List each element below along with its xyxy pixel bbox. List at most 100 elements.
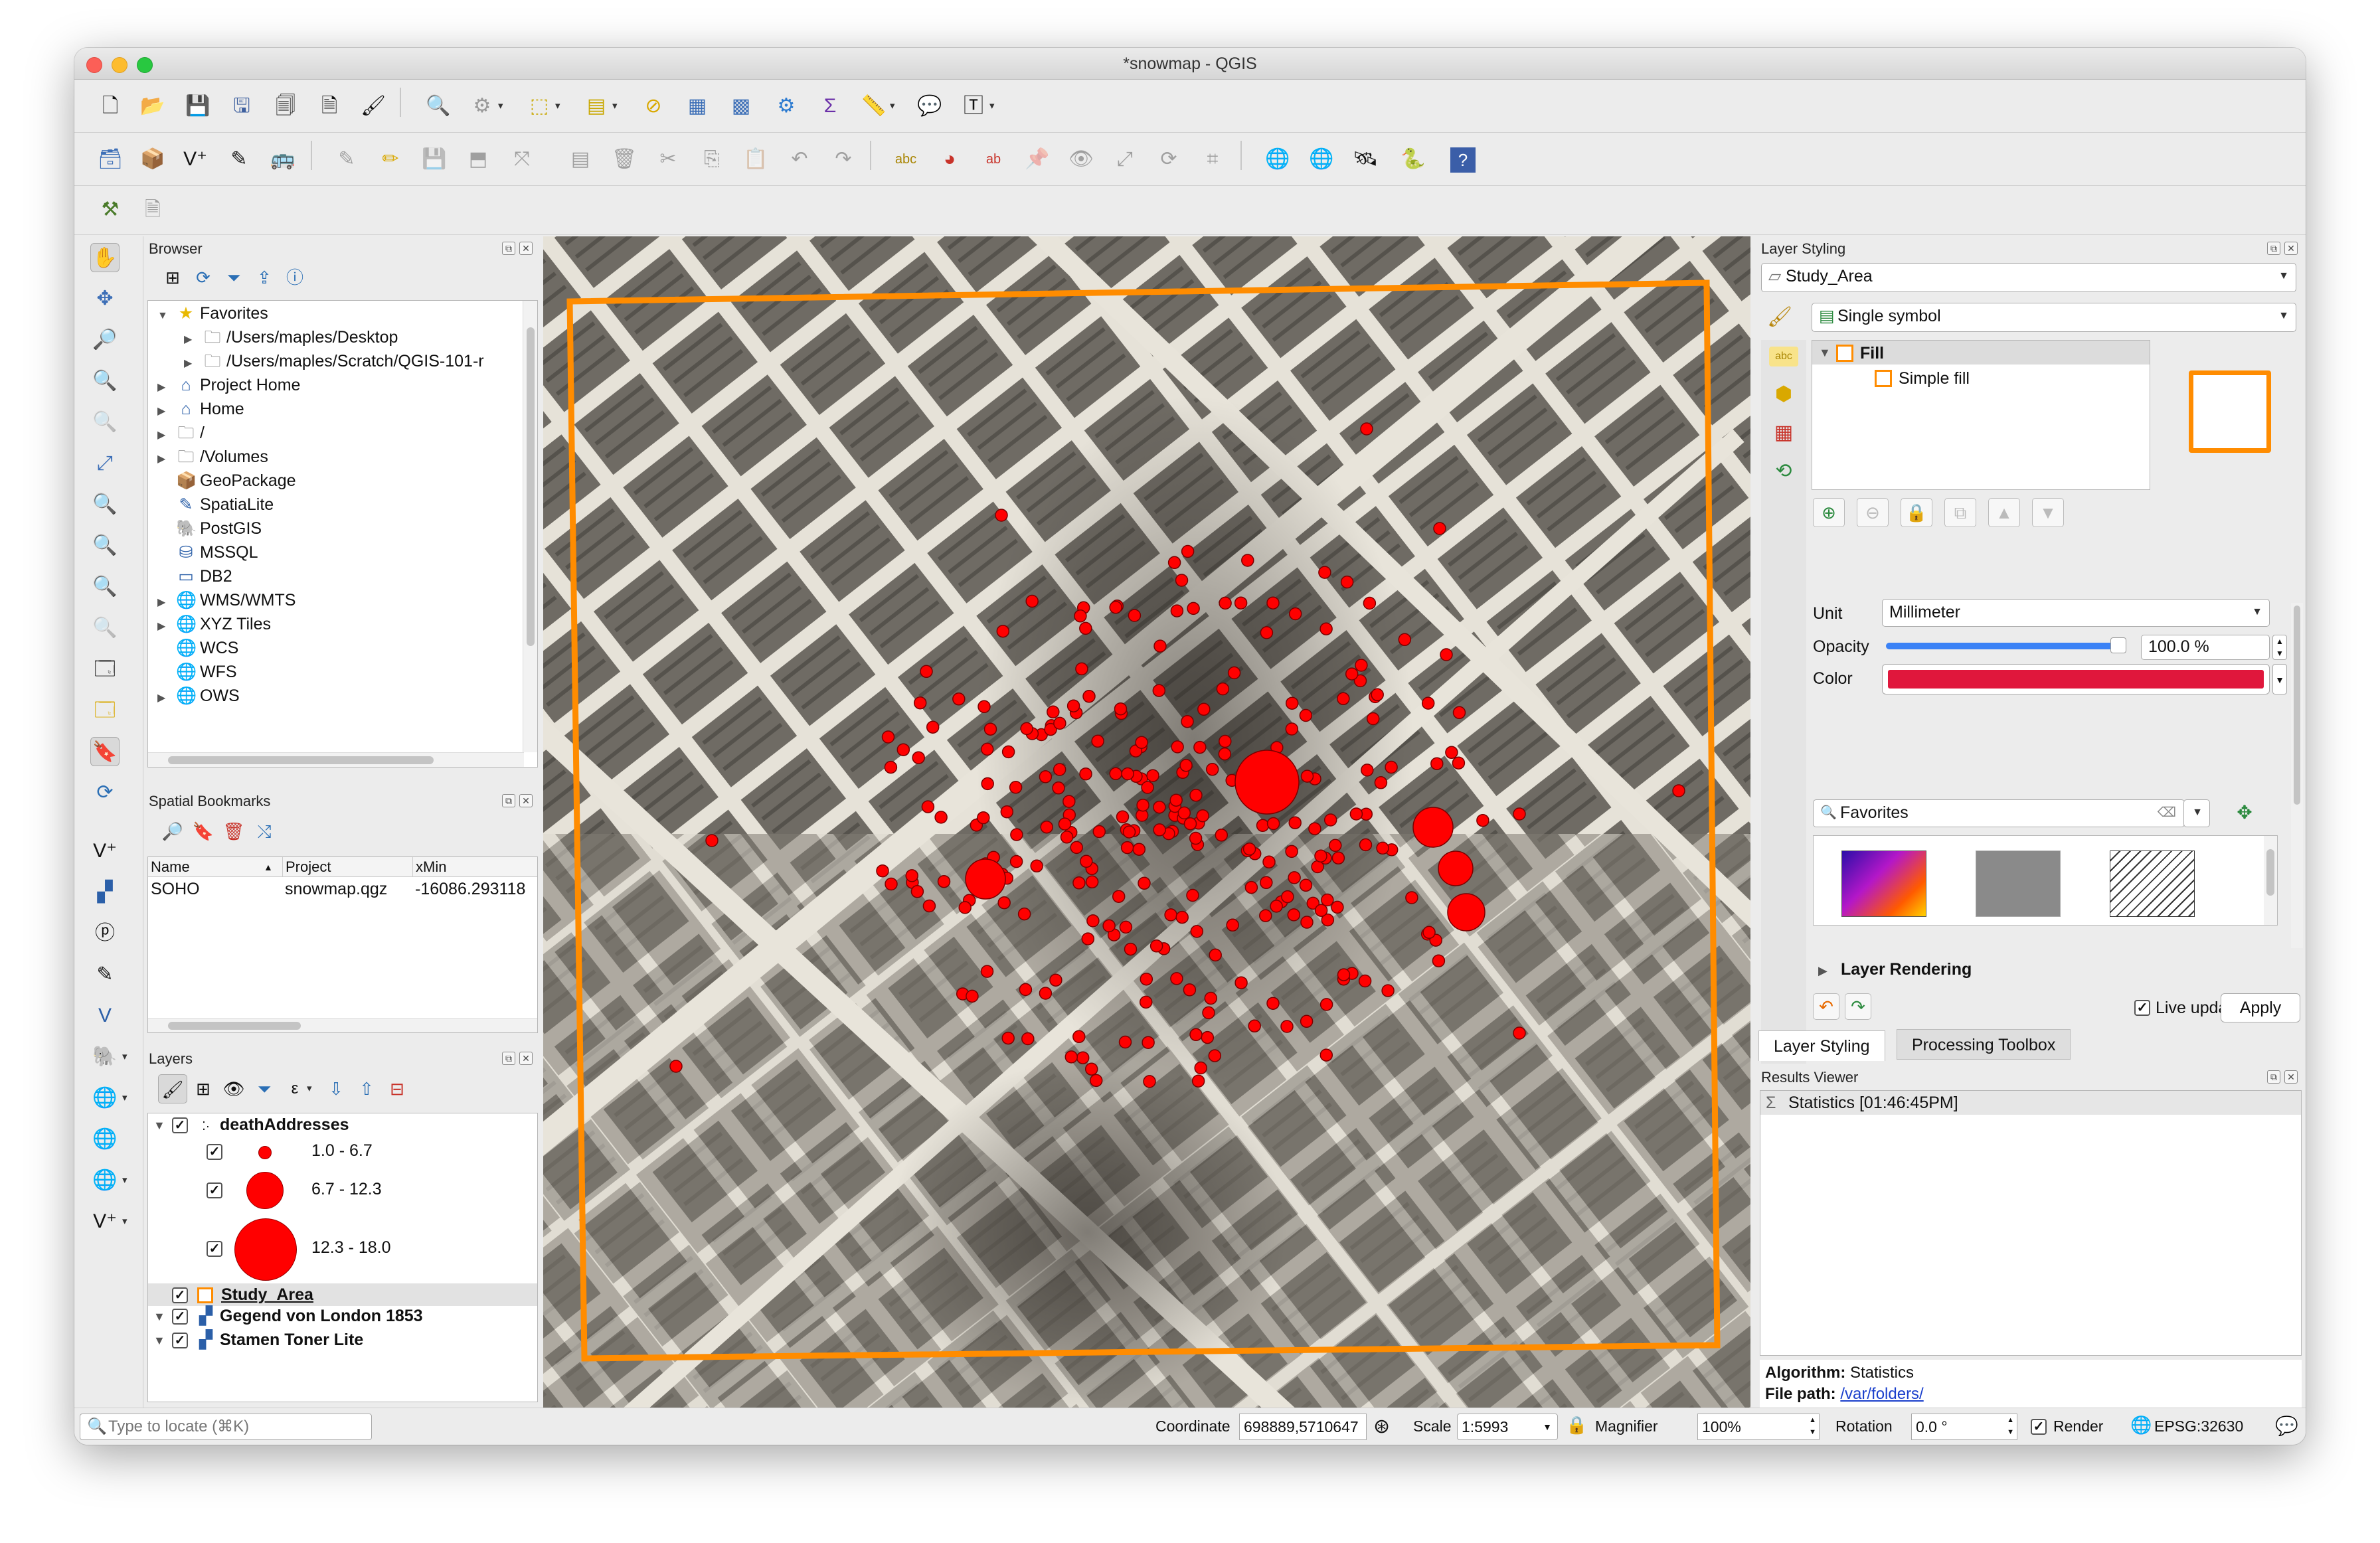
new-bookmark-icon[interactable]: 🔖 — [90, 737, 120, 766]
tab-processing-toolbox[interactable]: Processing Toolbox — [1897, 1029, 2071, 1060]
browser-item[interactable]: ▶ 🗀 /Users/maples/Scratch/QGIS-101-r — [184, 350, 484, 372]
library-scrollbar[interactable] — [2264, 836, 2277, 925]
zoom-native-icon[interactable]: 🔍 — [90, 408, 120, 437]
save-as-icon[interactable]: 🖫 — [227, 92, 256, 121]
filter-browser-icon[interactable]: ⏷ — [219, 263, 248, 292]
browser-item[interactable]: ▶ 🌐 OWS — [157, 685, 240, 707]
share-bookmark-icon[interactable]: ⤭ — [250, 817, 279, 846]
zoom-last-icon[interactable]: 🔍 — [90, 572, 120, 602]
delete-selected-icon[interactable]: 🗑 — [610, 145, 639, 174]
add-postgis-icon[interactable]: 🐘 — [90, 1042, 120, 1072]
cut-features-icon[interactable]: ✂ — [653, 145, 683, 174]
info-icon[interactable]: ⓘ — [280, 263, 309, 292]
add-group-icon[interactable]: ⊞ — [189, 1074, 218, 1103]
layer-rendering-header[interactable]: Layer Rendering — [1841, 960, 1972, 979]
magnifier-field[interactable]: 100% ▲ ▼ — [1697, 1414, 1820, 1440]
diagram-icon[interactable]: ◕ — [935, 145, 964, 174]
browser-item[interactable]: 🌐 WFS — [157, 661, 237, 683]
messages-icon[interactable]: 💬 — [2275, 1415, 2298, 1437]
highlight-labels-icon[interactable]: ab — [979, 145, 1008, 174]
apply-button[interactable]: Apply — [2221, 993, 2300, 1022]
browser-item[interactable]: ▭ DB2 — [157, 565, 232, 588]
chevron-right-icon[interactable]: ▶ — [157, 615, 176, 638]
layer-stamen[interactable]: ▞ Stamen Toner Lite — [196, 1329, 363, 1351]
georeferencer-icon[interactable]: 🛰 — [1351, 145, 1380, 174]
add-wcs-icon[interactable]: 🌐 — [90, 1125, 120, 1154]
layer-visibility-checkbox[interactable]: ✓ — [172, 1309, 188, 1325]
clear-search-icon[interactable]: ⌫ — [2158, 800, 2176, 825]
browser-vscrollbar[interactable] — [523, 301, 537, 752]
list-item[interactable]: Σ Statistics [01:46:45PM] — [1760, 1091, 2301, 1115]
change-label-icon[interactable]: ⌗ — [1198, 145, 1227, 174]
select-by-value-icon[interactable]: ▤ — [582, 92, 611, 121]
fields-tab-icon[interactable]: ▦ — [1769, 418, 1798, 447]
add-mesh-icon[interactable]: ⓟ — [90, 919, 120, 948]
pan-to-selection-icon[interactable]: ✥ — [90, 284, 120, 313]
labels-tab-icon[interactable]: abc — [1769, 347, 1798, 366]
identify-icon[interactable]: 🔍 — [424, 92, 453, 121]
move-label-icon[interactable]: ⤢ — [1110, 145, 1140, 174]
filter-expression-icon[interactable]: ε — [280, 1074, 309, 1103]
zoom-out-icon[interactable]: 🔍 — [90, 366, 120, 396]
gray-swatch[interactable] — [1976, 851, 2061, 917]
chevron-right-icon[interactable]: ▶ — [157, 424, 176, 447]
style-manager-icon[interactable]: ✥ — [2230, 798, 2259, 827]
layer-visibility-checkbox[interactable]: ✓ — [172, 1117, 188, 1133]
add-delimited-icon[interactable]: ✎ — [90, 960, 120, 989]
column-header-name[interactable]: Name — [151, 857, 190, 877]
lock-symbol-button[interactable]: 🔒 — [1901, 498, 1932, 527]
remove-layer-icon[interactable]: ⊟ — [382, 1074, 412, 1103]
table-row[interactable]: SOHO snowmap.qgz -16086.293118 — [148, 878, 537, 900]
panel-float-button[interactable]: ⧉ — [502, 242, 515, 255]
coordinate-field[interactable]: 698889,5710647 — [1239, 1414, 1367, 1440]
panel-close-button[interactable]: ✕ — [519, 1052, 533, 1065]
browser-item[interactable]: ▶ 🗀 /Users/maples/Desktop — [184, 326, 398, 349]
save-edits-icon[interactable]: 💾 — [420, 145, 449, 174]
manage-visibility-icon[interactable]: 👁 — [219, 1074, 248, 1103]
layer-study-area[interactable]: Study_Area — [221, 1283, 313, 1306]
browser-item[interactable]: ▶ ⌂ Home — [157, 398, 244, 420]
move-down-button[interactable]: ▼ — [2032, 498, 2064, 527]
gradient-swatch[interactable] — [1841, 851, 1926, 917]
opacity-spinner[interactable]: ▲ ▼ — [2272, 635, 2287, 660]
rotation-field[interactable]: 0.0 ° ▲ ▼ — [1911, 1414, 2017, 1440]
browser-item[interactable]: ⛁ MSSQL — [157, 541, 258, 564]
vertex-tool-icon[interactable]: ⤧ — [507, 145, 537, 174]
symbol-library-search[interactable]: 🔍 Favorites ⌫ — [1813, 799, 2185, 827]
chevron-right-icon[interactable]: ▶ — [157, 448, 176, 471]
panel-close-button[interactable]: ✕ — [519, 794, 533, 807]
redo-icon[interactable]: ↷ — [829, 145, 858, 174]
print-layout-icon[interactable]: 🗐 — [271, 92, 300, 121]
add-spatialite-layer-icon[interactable]: V — [90, 1001, 120, 1030]
locator-bar[interactable]: 🔍 Type to locate (⌘K) — [80, 1414, 372, 1440]
pin-labels-icon[interactable]: 📌 — [1023, 145, 1052, 174]
symbol-fill[interactable]: Fill — [1860, 342, 1884, 365]
browser-item[interactable]: ▶ 🗀 / — [157, 422, 205, 444]
layer-select[interactable]: ▱ Study_Area ▼ — [1761, 263, 2296, 292]
add-symbol-layer-button[interactable]: ⊕ — [1813, 498, 1845, 527]
undo-icon[interactable]: ↶ — [785, 145, 814, 174]
chevron-right-icon[interactable]: ▶ — [157, 592, 176, 614]
plugin-report-icon[interactable]: 🗎 — [138, 195, 167, 224]
add-delimited-text-icon[interactable]: ✎ — [224, 145, 254, 174]
panel-float-button[interactable]: ⧉ — [502, 1052, 515, 1065]
wfs-search-icon[interactable]: 🌐 — [1307, 145, 1336, 174]
render-checkbox[interactable]: ✓ — [2031, 1419, 2047, 1435]
panel-close-button[interactable]: ✕ — [519, 242, 533, 255]
style-manager-icon[interactable]: 🖌 — [359, 92, 388, 121]
chevron-right-icon[interactable]: ▶ — [157, 400, 176, 423]
opacity-slider-knob[interactable] — [2110, 637, 2126, 653]
attribute-table-icon[interactable]: ▦ — [683, 92, 712, 121]
lock-scale-icon[interactable]: 🔒 — [1566, 1415, 1587, 1435]
symbology-tab-icon[interactable]: 🖌 — [1765, 303, 1794, 332]
layer-visibility-checkbox[interactable]: ✓ — [172, 1287, 188, 1303]
add-virtual-layer-icon[interactable]: V⁺ — [90, 1207, 120, 1236]
field-calculator-icon[interactable]: ▩ — [726, 92, 756, 121]
browser-item[interactable]: 🐘 PostGIS — [157, 517, 262, 540]
save-project-icon[interactable]: 💾 — [183, 92, 212, 121]
history-tab-icon[interactable]: ⟲ — [1769, 457, 1798, 486]
color-button[interactable] — [1882, 664, 2270, 694]
zoom-to-bookmark-icon[interactable]: 🔎 — [158, 817, 187, 846]
class-checkbox[interactable]: ✓ — [207, 1241, 222, 1257]
open-styling-panel-icon[interactable]: 🖌 — [158, 1074, 187, 1103]
